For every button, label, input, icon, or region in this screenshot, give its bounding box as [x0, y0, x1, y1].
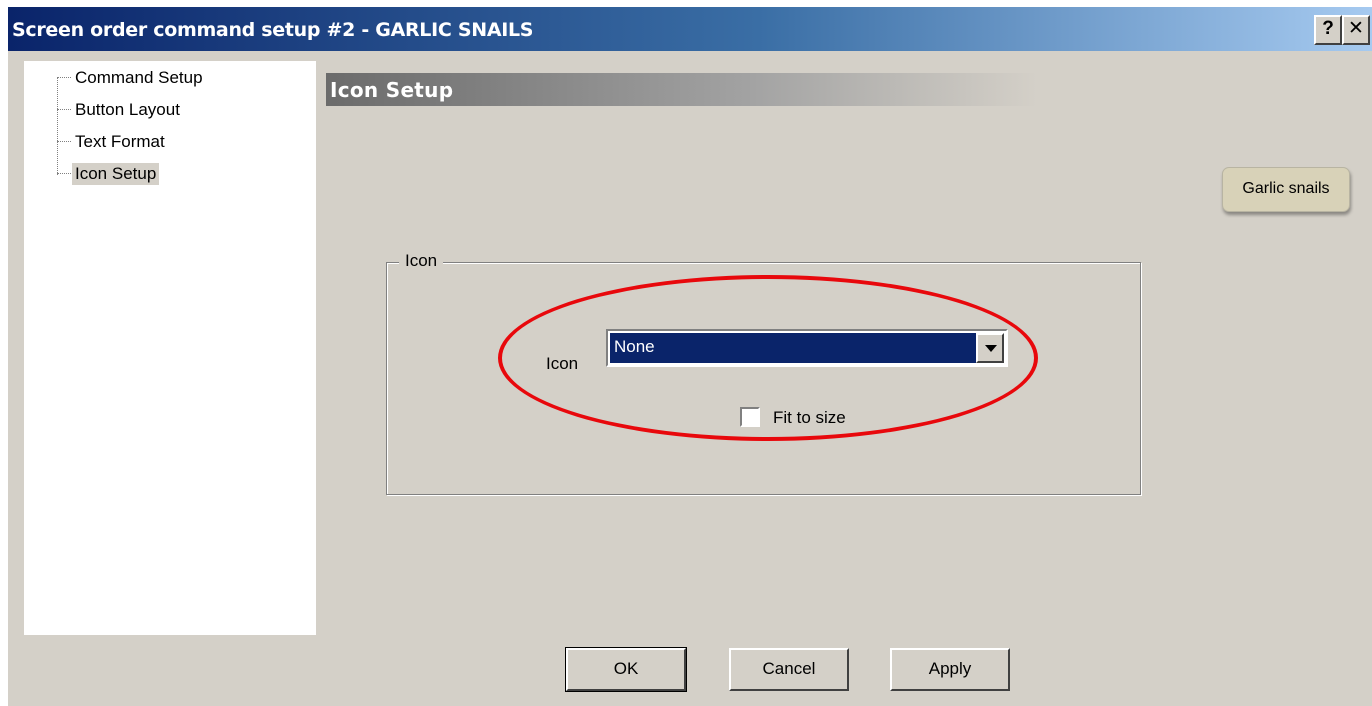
button-preview[interactable]: Garlic snails: [1222, 167, 1350, 212]
icon-field-label: Icon: [546, 354, 579, 373]
tree-item-label: Command Setup: [75, 68, 203, 87]
help-button[interactable]: ?: [1314, 15, 1342, 45]
tree-item-label: Icon Setup: [72, 163, 160, 185]
dialog-window: Screen order command setup #2 - GARLIC S…: [8, 7, 1372, 706]
panel-header: Icon Setup: [326, 73, 1038, 106]
tree-branch-line: [57, 109, 71, 110]
ok-button[interactable]: OK: [565, 647, 687, 692]
settings-tree: Command Setup Button Layout Text Format …: [24, 61, 316, 635]
icon-select[interactable]: None: [606, 329, 1008, 367]
close-button[interactable]: ✕: [1342, 15, 1370, 45]
icon-groupbox: Icon: [386, 251, 1141, 495]
window-title: Screen order command setup #2 - GARLIC S…: [12, 19, 534, 41]
groupbox-legend: Icon: [399, 251, 444, 271]
fit-to-size-checkbox[interactable]: [740, 407, 760, 427]
tree-item-label: Text Format: [75, 132, 165, 151]
panel-title: Icon Setup: [330, 78, 454, 102]
tree-branch-line: [57, 77, 71, 78]
apply-button[interactable]: Apply: [890, 648, 1010, 691]
icon-select-value[interactable]: None: [609, 332, 977, 364]
chevron-down-icon[interactable]: [976, 333, 1004, 363]
cancel-button[interactable]: Cancel: [729, 648, 849, 691]
tree-branch-line: [57, 141, 71, 142]
tree-branch-line: [57, 173, 71, 174]
title-bar: Screen order command setup #2 - GARLIC S…: [8, 7, 1372, 51]
fit-to-size-label[interactable]: Fit to size: [773, 408, 846, 428]
tree-item-label: Button Layout: [75, 100, 180, 119]
tree-connector-line: [57, 77, 58, 175]
